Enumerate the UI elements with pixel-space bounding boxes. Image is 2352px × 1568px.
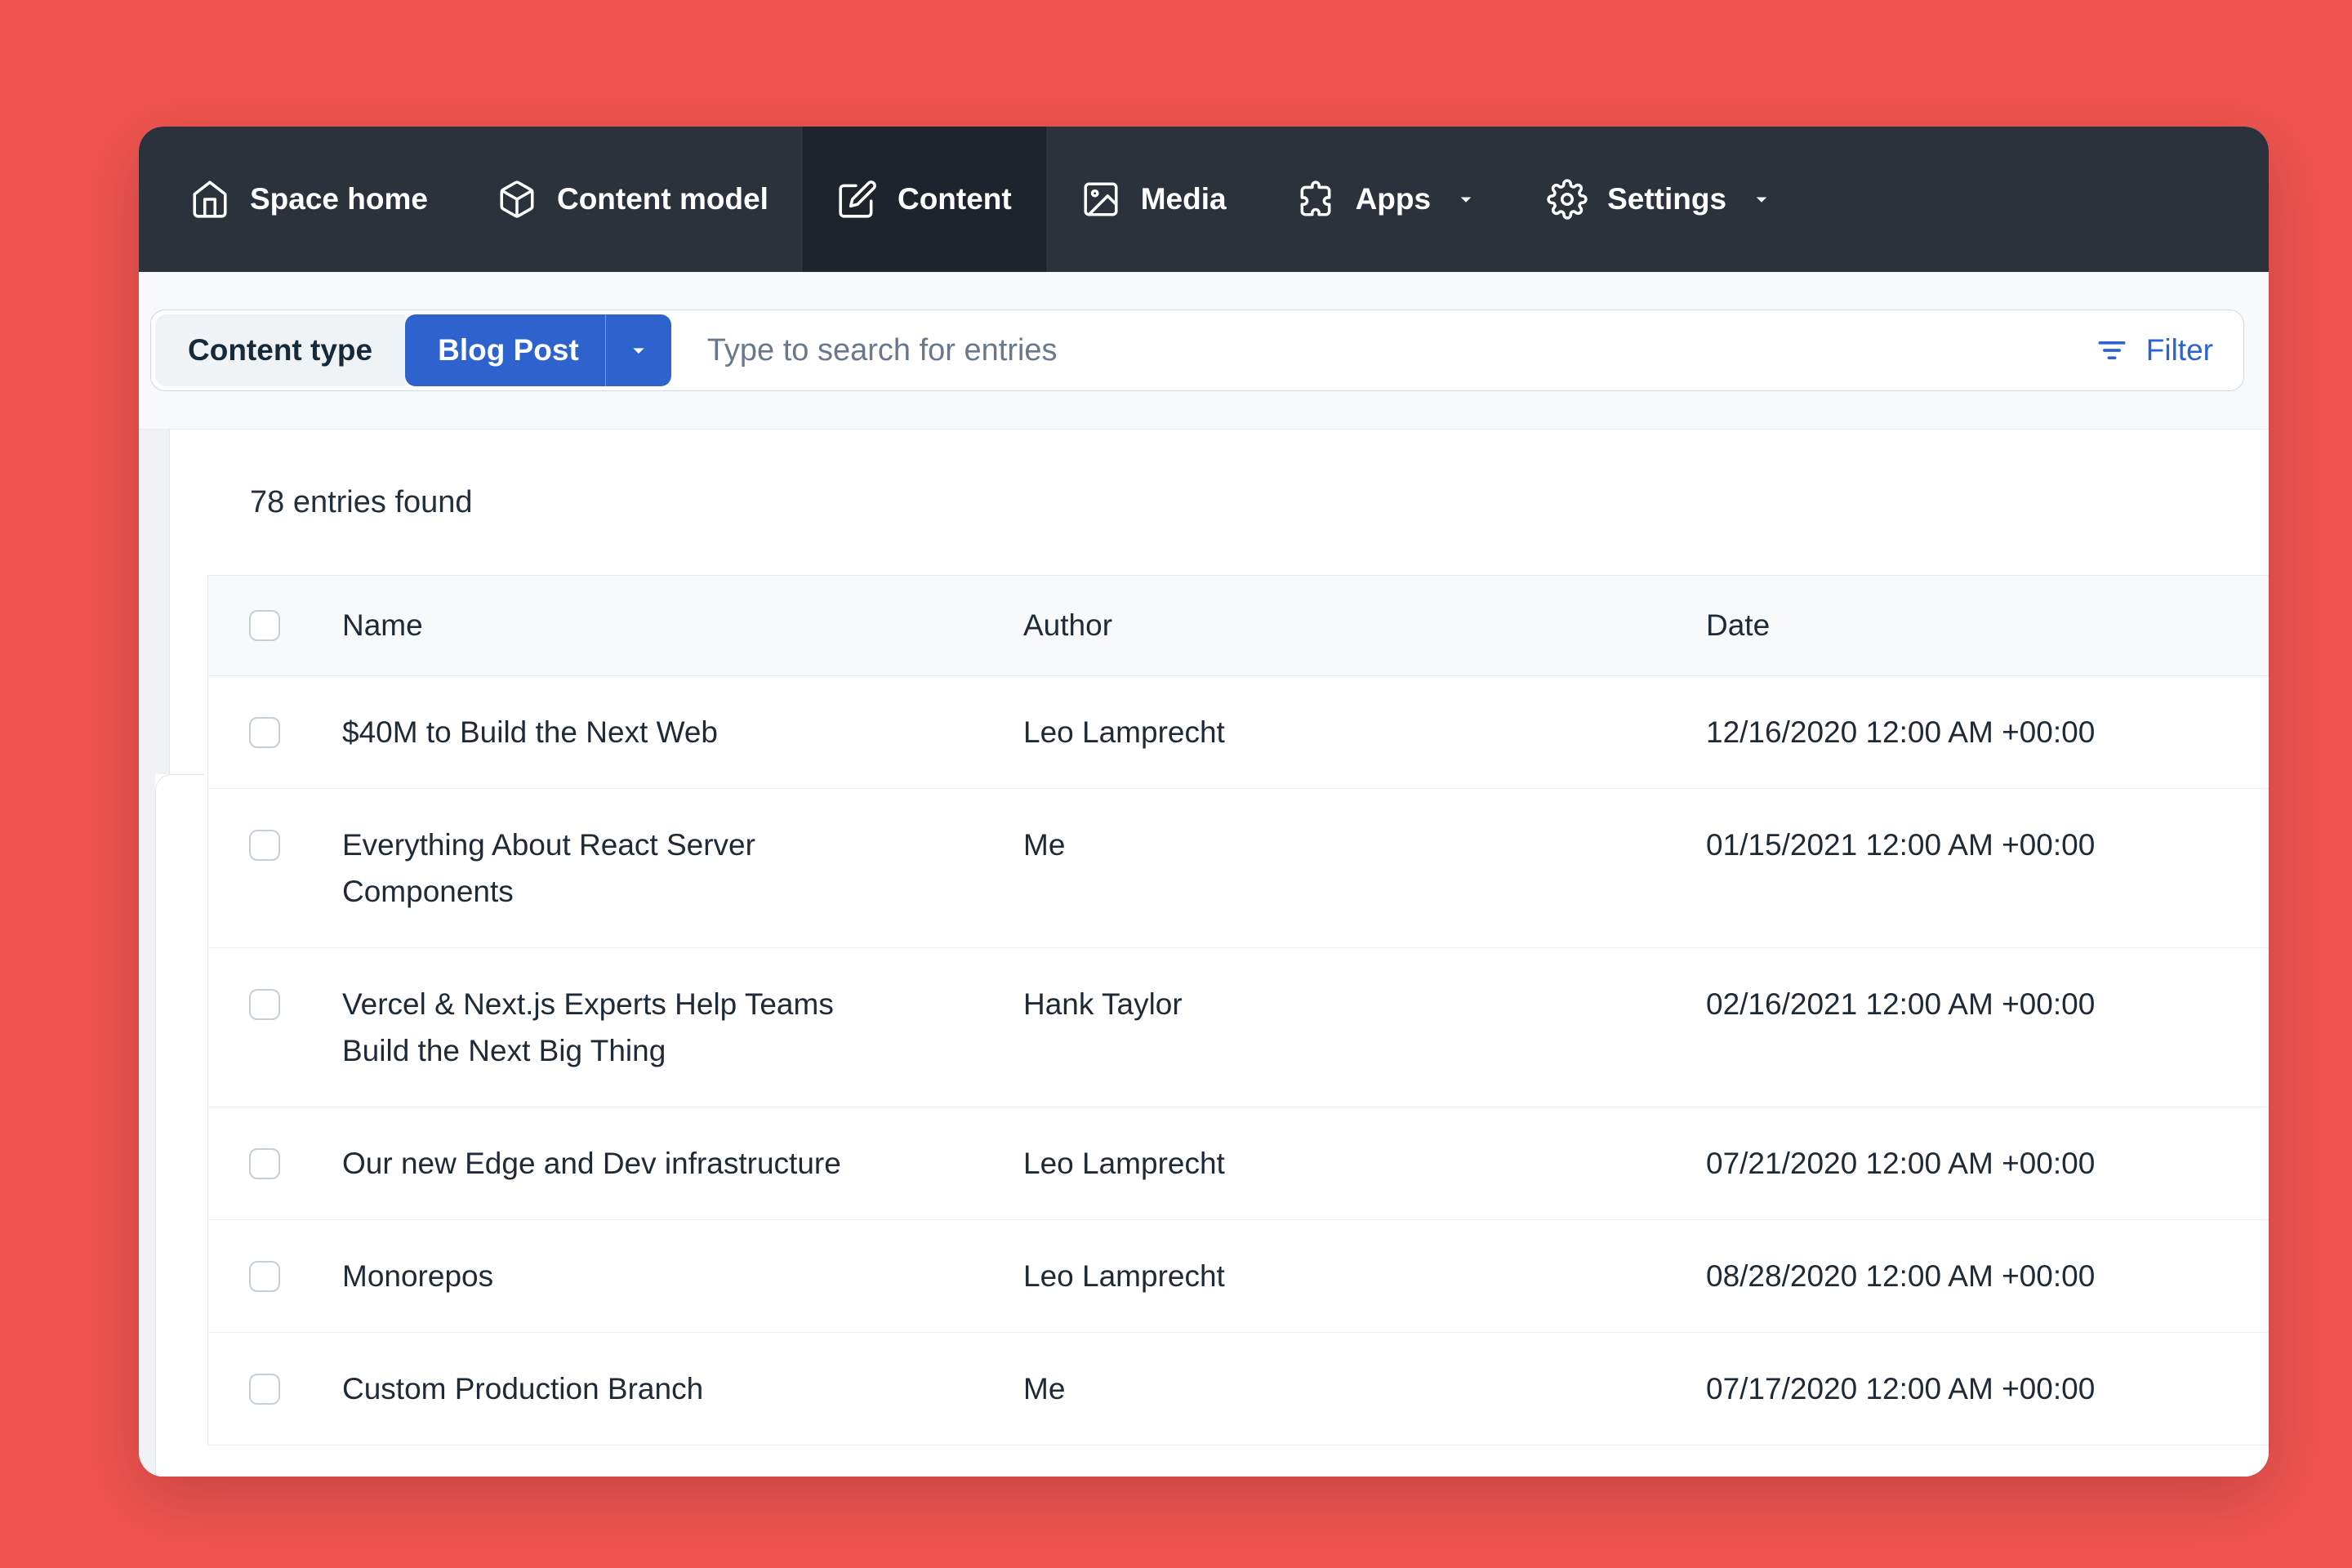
entry-name: Our new Edge and Dev infrastructure [342, 1140, 841, 1187]
nav-media[interactable]: Media [1046, 127, 1261, 272]
home-icon [189, 179, 230, 220]
filter-button[interactable]: Filter [2078, 332, 2239, 368]
search-input[interactable] [707, 333, 2078, 368]
table-row[interactable]: Vercel & Next.js Experts Help Teams Buil… [208, 948, 2269, 1107]
nav-label-content: Content [898, 182, 1012, 216]
select-all-checkbox[interactable] [249, 610, 280, 641]
content-area: 78 entries found Name Author Date $40M t… [139, 430, 2269, 1477]
entry-author: Me [1023, 822, 1706, 868]
nav-apps[interactable]: Apps [1261, 127, 1513, 272]
entry-author: Hank Taylor [1023, 981, 1706, 1027]
nav-content-model[interactable]: Content model [462, 127, 803, 272]
stacked-sheet-corner [155, 774, 204, 1477]
entry-author: Leo Lamprecht [1023, 709, 1706, 755]
nav-space-home[interactable]: Space home [155, 127, 462, 272]
table-row[interactable]: $40M to Build the Next Web Leo Lamprecht… [208, 676, 2269, 789]
app-window: Space home Content model Content Media A [139, 127, 2269, 1477]
entry-author: Leo Lamprecht [1023, 1140, 1706, 1187]
nav-label-apps: Apps [1356, 182, 1432, 216]
entry-date: 08/28/2020 12:00 AM +00:00 [1706, 1253, 2269, 1299]
entries-table: Name Author Date $40M to Build the Next … [207, 575, 2269, 1446]
content-model-icon [497, 179, 537, 220]
entry-name: Monorepos [342, 1253, 493, 1299]
column-header-author[interactable]: Author [1023, 608, 1706, 643]
column-header-name[interactable]: Name [342, 608, 1023, 643]
filter-icon [2094, 332, 2130, 368]
entry-date: 07/21/2020 12:00 AM +00:00 [1706, 1140, 2269, 1187]
entry-date: 01/15/2021 12:00 AM +00:00 [1706, 822, 2269, 868]
nav-label-media: Media [1141, 182, 1227, 216]
chevron-down-icon [605, 314, 671, 386]
entry-name: $40M to Build the Next Web [342, 709, 718, 755]
row-checkbox[interactable] [249, 1261, 280, 1292]
content-icon [837, 179, 878, 220]
chevron-down-icon [1746, 187, 1774, 212]
table-row[interactable]: Monorepos Leo Lamprecht 08/28/2020 12:00… [208, 1220, 2269, 1333]
nav-label-settings: Settings [1607, 182, 1726, 216]
table-row[interactable]: Custom Production Branch Me 07/17/2020 1… [208, 1333, 2269, 1446]
content-type-dropdown[interactable]: Blog Post [405, 314, 671, 386]
row-checkbox[interactable] [249, 989, 280, 1020]
row-checkbox[interactable] [249, 830, 280, 861]
top-navbar: Space home Content model Content Media A [139, 127, 2269, 272]
table-header: Name Author Date [208, 576, 2269, 676]
nav-settings[interactable]: Settings [1512, 127, 1808, 272]
entry-date: 07/17/2020 12:00 AM +00:00 [1706, 1365, 2269, 1412]
content-type-label: Content type [155, 314, 405, 386]
entry-author: Me [1023, 1365, 1706, 1412]
entry-name: Custom Production Branch [342, 1365, 703, 1412]
column-header-date[interactable]: Date [1706, 608, 2269, 643]
entry-name: Vercel & Next.js Experts Help Teams Buil… [342, 981, 898, 1074]
entry-date: 02/16/2021 12:00 AM +00:00 [1706, 981, 2269, 1027]
entry-name: Everything About React Server Components [342, 822, 898, 915]
chevron-down-icon [1450, 187, 1478, 212]
table-row[interactable]: Everything About React Server Components… [208, 789, 2269, 948]
row-checkbox[interactable] [249, 717, 280, 748]
filter-label: Filter [2146, 333, 2213, 368]
content-type-value: Blog Post [438, 333, 579, 368]
row-checkbox[interactable] [249, 1148, 280, 1179]
content-type-label-text: Content type [188, 333, 372, 368]
entry-date: 12/16/2020 12:00 AM +00:00 [1706, 709, 2269, 755]
apps-icon [1295, 179, 1336, 220]
settings-icon [1547, 179, 1588, 220]
media-icon [1080, 179, 1121, 220]
nav-label-space-home: Space home [250, 182, 428, 216]
left-gutter-lower [139, 774, 155, 1477]
search-toolbar: Content type Blog Post Filter [139, 272, 2269, 430]
table-row[interactable]: Our new Edge and Dev infrastructure Leo … [208, 1107, 2269, 1220]
search-bar: Content type Blog Post Filter [150, 310, 2244, 391]
entries-count: 78 entries found [139, 430, 2269, 575]
entry-author: Leo Lamprecht [1023, 1253, 1706, 1299]
row-checkbox[interactable] [249, 1374, 280, 1405]
nav-content[interactable]: Content [803, 127, 1046, 272]
nav-label-content-model: Content model [557, 182, 768, 216]
